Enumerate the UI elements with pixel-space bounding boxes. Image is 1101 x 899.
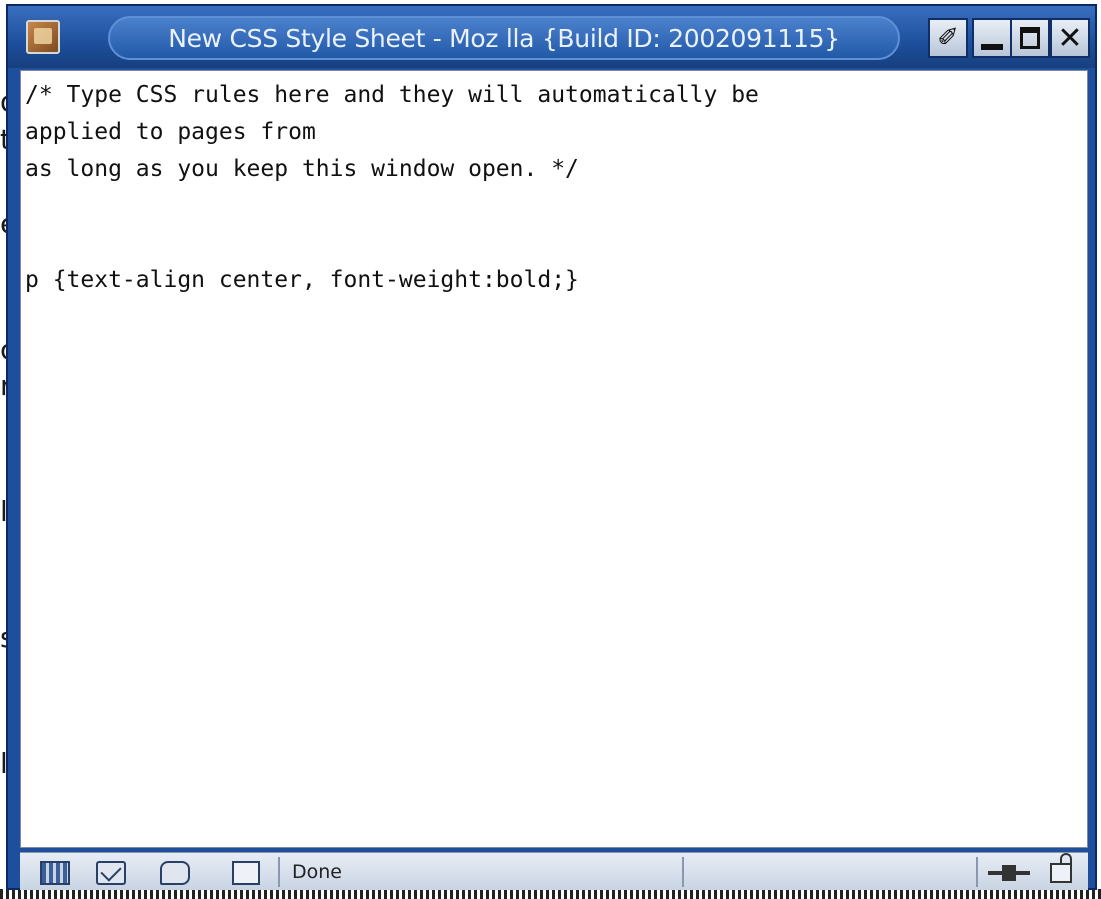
window-titlebar[interactable]: New CSS Style Sheet - Moz lla {Build ID:… [8, 6, 1095, 68]
chat-icon[interactable] [160, 861, 190, 885]
maximize-icon [1020, 27, 1040, 49]
background-window-edge [0, 889, 1101, 899]
minimize-button[interactable] [972, 18, 1012, 58]
css-style-sheet-window: New CSS Style Sheet - Moz lla {Build ID:… [6, 4, 1097, 890]
close-icon: ✕ [1057, 20, 1083, 56]
css-editor[interactable]: /* Type CSS rules here and they will aut… [20, 70, 1088, 848]
window-title-pill[interactable]: New CSS Style Sheet - Moz lla {Build ID:… [108, 16, 900, 60]
pin-button[interactable]: ✐ [928, 18, 968, 58]
status-divider [976, 857, 978, 887]
status-text: Done [292, 861, 342, 883]
online-status-icon[interactable] [988, 863, 1030, 883]
minimize-icon [981, 44, 1003, 50]
window-title: New CSS Style Sheet - Moz lla {Build ID:… [168, 23, 840, 53]
security-lock-icon[interactable] [1050, 853, 1072, 883]
maximize-button[interactable] [1010, 18, 1050, 58]
progress-area [682, 857, 974, 887]
status-divider [278, 857, 280, 887]
css-editor-text[interactable]: /* Type CSS rules here and they will aut… [25, 77, 1083, 299]
mail-icon[interactable] [96, 861, 126, 885]
pin-icon: ✐ [937, 23, 959, 53]
status-bar: Done [20, 852, 1088, 890]
close-button[interactable]: ✕ [1050, 18, 1090, 58]
app-menu-icon[interactable] [26, 20, 60, 54]
composer-icon[interactable] [232, 861, 260, 885]
navigator-icon[interactable] [40, 861, 70, 885]
